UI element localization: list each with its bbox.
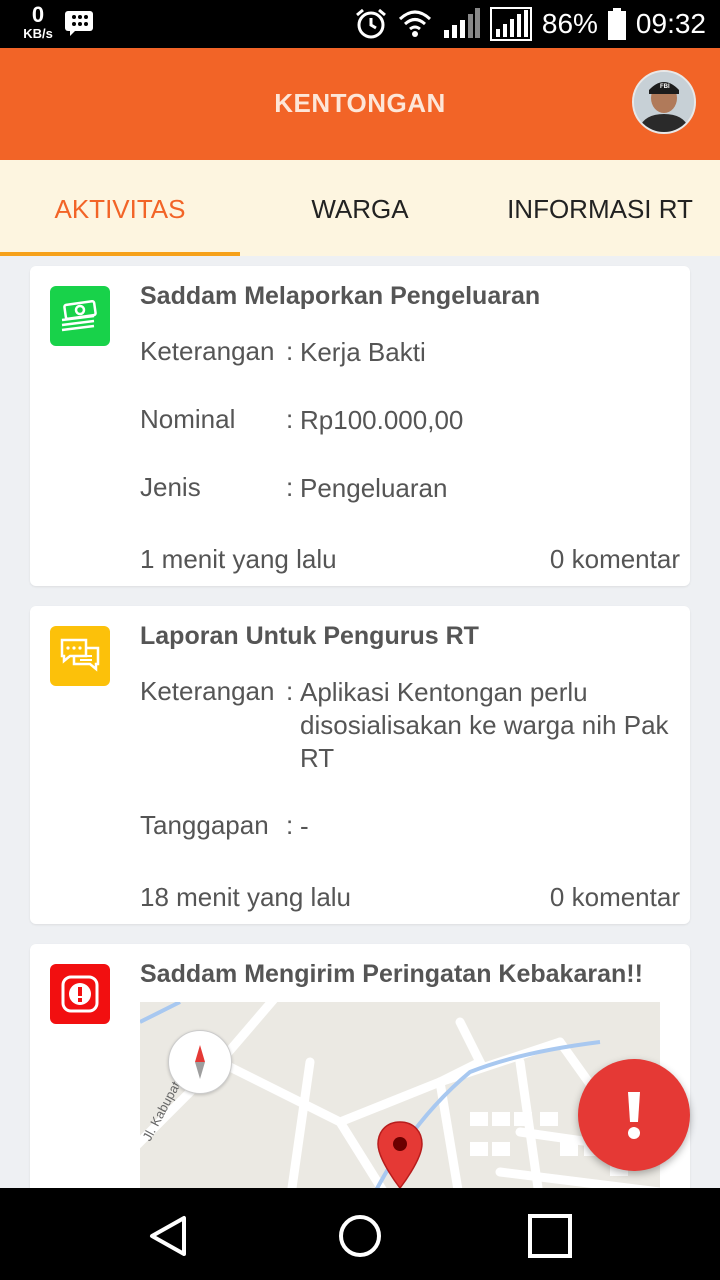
alarm-icon	[354, 7, 388, 41]
battery-icon	[607, 8, 626, 40]
card-title: Laporan Untuk Pengurus RT	[140, 622, 479, 650]
field-label: Jenis	[140, 472, 201, 502]
card-title: Saddam Mengirim Peringatan Kebakaran!!	[140, 960, 643, 988]
field-colon: :	[286, 810, 294, 840]
recents-square-icon	[528, 1214, 572, 1258]
app-title: KENTONGAN	[274, 88, 446, 118]
tab-aktivitas[interactable]: AKTIVITAS	[0, 160, 240, 256]
field-colon: :	[286, 676, 294, 706]
signal-sim1-icon	[442, 8, 480, 40]
network-speed-value: 0	[31, 2, 45, 27]
field-label: Keterangan	[140, 336, 275, 366]
field-value: Rp100.000,00	[300, 405, 464, 435]
app-bar: KENTONGAN FBI	[0, 48, 720, 160]
map-compass-button[interactable]	[168, 1030, 232, 1094]
signal-sim2-icon	[489, 7, 532, 41]
svg-text:FBI: FBI	[660, 84, 670, 90]
emergency-alert-button[interactable]	[578, 1059, 690, 1171]
network-speed: 0 KB/s	[18, 2, 58, 41]
comment-count-link[interactable]: 0 komentar	[550, 544, 680, 575]
recents-button[interactable]	[526, 1212, 574, 1260]
home-circle-icon	[339, 1215, 381, 1257]
card-title: Saddam Melaporkan Pengeluaran	[140, 282, 541, 310]
comment-count-link[interactable]: 0 komentar	[550, 882, 680, 913]
battery-percent: 86%	[541, 8, 598, 39]
activity-card-expense[interactable]: Saddam Melaporkan Pengeluaran Keterangan…	[30, 266, 690, 586]
activity-feed[interactable]: Saddam Melaporkan Pengeluaran Keterangan…	[0, 256, 720, 1188]
field-label: Keterangan	[140, 676, 275, 706]
clock-time: 09:32	[635, 8, 706, 39]
back-triangle-icon	[150, 1216, 186, 1256]
field-label: Tanggapan	[140, 810, 269, 840]
exclamation-icon	[628, 1092, 640, 1139]
chat-icon	[50, 626, 110, 686]
activity-card-report[interactable]: Laporan Untuk Pengurus RT Keterangan : A…	[30, 606, 690, 924]
map-pin-icon[interactable]	[376, 1120, 424, 1188]
wifi-icon	[398, 9, 432, 39]
field-colon: :	[286, 336, 294, 366]
field-colon: :	[286, 472, 294, 502]
tab-informasi-rt[interactable]: INFORMASI RT	[480, 160, 720, 256]
profile-avatar[interactable]: FBI	[632, 70, 696, 134]
bbm-notification-icon	[64, 10, 94, 41]
system-navigation-bar	[0, 1188, 720, 1280]
money-icon	[50, 286, 110, 346]
field-value: Kerja Bakti	[300, 337, 426, 367]
tab-bar: AKTIVITAS WARGA INFORMASI RT	[0, 160, 720, 256]
field-value: Aplikasi Kentongan perlu disosialisakan …	[300, 677, 669, 773]
back-button[interactable]	[146, 1212, 194, 1260]
timestamp: 1 menit yang lalu	[140, 544, 337, 574]
field-value: -	[300, 811, 309, 841]
network-speed-unit: KB/s	[23, 26, 53, 41]
field-colon: :	[286, 404, 294, 434]
field-label: Nominal	[140, 404, 236, 434]
timestamp: 18 menit yang lalu	[140, 882, 352, 912]
compass-icon	[195, 1045, 205, 1079]
status-bar: 0 KB/s 86% 09:32	[0, 0, 720, 48]
home-button[interactable]	[336, 1212, 384, 1260]
alert-icon	[50, 964, 110, 1024]
field-value: Pengeluaran	[300, 473, 448, 503]
tab-warga[interactable]: WARGA	[240, 160, 480, 256]
